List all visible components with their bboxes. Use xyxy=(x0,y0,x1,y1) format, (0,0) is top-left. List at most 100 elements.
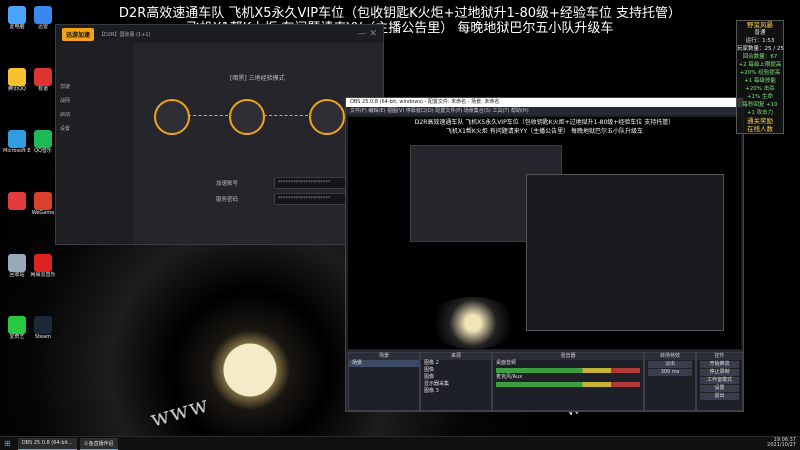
route-node-1[interactable] xyxy=(154,99,190,135)
mixer-title: 混音器 xyxy=(493,353,643,360)
desktop-icon[interactable]: 爱奇艺 xyxy=(3,316,31,340)
scenes-title: 场景 xyxy=(349,353,419,360)
panel-stat: 回合数量：67 xyxy=(742,54,778,60)
desktop-icon[interactable]: 迅雷 xyxy=(29,6,57,30)
desktop-icon-label: Steam xyxy=(34,334,52,340)
route-link xyxy=(188,115,228,116)
panel-stat: 玩家数量：25 / 25 xyxy=(737,46,784,52)
sidebar-item[interactable]: 战网 xyxy=(60,97,130,111)
desktop-icon[interactable]: QQ音乐 xyxy=(29,130,57,154)
desktop-icon-label: 此电脑 xyxy=(9,24,25,30)
obs-menubar[interactable]: 文件(F) 编辑(E) 视图(V) 停靠窗口(D) 配置文件(P) 场景集合(S… xyxy=(346,107,743,115)
desktop-icon[interactable]: 此电脑 xyxy=(3,6,31,30)
volume-meter[interactable] xyxy=(496,368,640,373)
desktop-icon[interactable]: 网易云音乐 xyxy=(29,254,57,278)
controls-title: 控件 xyxy=(697,353,742,360)
app-icon xyxy=(8,130,26,148)
app-icon xyxy=(34,130,52,148)
clock-date: 2021/10/27 xyxy=(767,442,796,448)
desktop-icon[interactable]: 有道 xyxy=(29,68,57,92)
control-button[interactable]: 工作室模式 xyxy=(700,377,739,384)
source-item[interactable]: 图像 3 xyxy=(421,388,491,395)
route-node-2[interactable] xyxy=(229,99,265,135)
source-item[interactable]: 图像 2 xyxy=(421,360,491,367)
desktop-icon[interactable]: WeGame xyxy=(29,192,57,216)
sidebar-item[interactable]: 启动 xyxy=(60,111,130,125)
panel-stat: +1% 生命 xyxy=(746,94,774,100)
desktop-icon-label: 腾讯QQ xyxy=(8,86,26,92)
panel-title: 野蛮风暴 xyxy=(747,21,773,29)
control-button[interactable]: 设置 xyxy=(700,385,739,392)
app-sidebar: 加速 战网 启动 设置 xyxy=(56,43,134,244)
sources-title: 来源 xyxy=(421,353,491,360)
route-link xyxy=(264,115,308,116)
app-icon xyxy=(8,68,26,86)
app-icon xyxy=(8,316,26,334)
taskbar-item-obs[interactable]: OBS 25.0.8 (64-bit... xyxy=(17,437,77,450)
obs-titlebar: OBS 25.0.8 (64-bit, windows) - 配置文件: 未命名… xyxy=(346,98,743,107)
preview-banner-2: 飞机X1帮K火炬 有问题请来YY（主播公告里） 每晚地狱巴尔五小队升级车 xyxy=(445,128,643,135)
app-icon xyxy=(8,192,26,210)
transitions-title: 转场特效 xyxy=(645,353,695,360)
desktop-icon-label: 爱奇艺 xyxy=(9,334,25,340)
obs-preview[interactable]: D2R高效速通车队 飞机X5永久VIP车位（包收钥匙K火炬+过地狱升1-80级+… xyxy=(348,117,741,349)
volume-meter[interactable] xyxy=(496,382,640,387)
mode-label: [暗黑] 三地经验模式 xyxy=(230,75,285,82)
panel-footer: 通关奖励 xyxy=(747,117,773,125)
desktop-icon[interactable]: 回收站 xyxy=(3,254,31,278)
obs-window: OBS 25.0.8 (64-bit, windows) - 配置文件: 未命名… xyxy=(345,97,744,412)
app-logo: 迅游加速 xyxy=(62,27,95,41)
desktop-icon[interactable] xyxy=(3,192,31,210)
password-label: 服务密码 xyxy=(216,197,239,203)
app-header: 【D2R】国际服 (1+1) xyxy=(99,31,151,38)
control-button[interactable]: 停止录制 xyxy=(700,369,739,376)
desktop-icon[interactable]: Microsoft Edge xyxy=(3,130,31,154)
mixer-dock: 混音器 桌面音频麦克风/Aux xyxy=(492,352,644,411)
route-node-3[interactable] xyxy=(309,99,345,135)
control-button[interactable]: 开始推流 xyxy=(700,361,739,368)
controls-dock: 控件 开始推流 停止录制 工作室模式 设置 退出 xyxy=(696,352,743,411)
desktop-icon[interactable]: 腾讯QQ xyxy=(3,68,31,92)
sources-dock: 来源 图像 2 图像 图像 显示器采集 图像 3 xyxy=(420,352,492,411)
preview-lens xyxy=(428,297,518,349)
taskbar-item-douyu[interactable]: 斗鱼直播伴侣 xyxy=(79,437,118,450)
window-controls-icon[interactable]: — ✕ xyxy=(358,29,377,39)
panel-mode: 普通 xyxy=(754,30,766,36)
mixer-channel-label: 桌面音频 xyxy=(496,360,517,366)
desktop-icon-label: WeGame xyxy=(31,210,55,216)
app-icon xyxy=(34,192,52,210)
source-item[interactable]: 显示器采集 xyxy=(421,381,491,388)
panel-stat: +1 攻击力 xyxy=(746,110,774,116)
sidebar-item[interactable]: 加速 xyxy=(60,83,130,97)
desktop-icon[interactable]: Steam xyxy=(29,316,57,340)
start-icon[interactable]: ⊞ xyxy=(0,439,15,448)
sidebar-item[interactable]: 设置 xyxy=(60,125,130,139)
panel-stat: 每秒回复 +10 xyxy=(742,102,778,108)
mixer-channel-label: 麦克风/Aux xyxy=(496,374,523,380)
app-icon xyxy=(34,254,52,272)
source-item[interactable]: 图像 xyxy=(421,374,491,381)
mixer-channel: 麦克风/Aux xyxy=(493,374,643,387)
app-icon xyxy=(34,316,52,334)
app-icon xyxy=(34,6,52,24)
preview-obs-capture xyxy=(526,174,724,331)
preview-banner: D2R高效速通车队 飞机X5永久VIP车位（包收钥匙K火炬+过地狱升1-80级+… xyxy=(414,119,675,126)
taskbar-clock[interactable]: 19:06:37 2021/10/27 xyxy=(767,438,796,448)
taskbar-item-label: OBS 25.0.8 (64-bit... xyxy=(21,440,73,446)
accelerator-window: 迅游加速 【D2R】国际服 (1+1) — ✕ 加速 战网 启动 设置 [暗黑] 三地… xyxy=(55,24,384,245)
panel-stat: +1 每级技能 xyxy=(744,78,776,84)
app-icon xyxy=(34,68,52,86)
source-item[interactable]: 图像 xyxy=(421,367,491,374)
control-button[interactable]: 退出 xyxy=(700,393,739,400)
transitions-dock: 转场特效 淡出 300 ms xyxy=(644,352,696,411)
app-icon xyxy=(8,254,26,272)
duration-field[interactable]: 300 ms xyxy=(648,369,692,376)
desktop-icon-label: 迅雷 xyxy=(37,24,48,30)
desktop-icon-label: QQ音乐 xyxy=(34,148,52,154)
scene-item[interactable]: 场景 xyxy=(349,360,419,367)
app-icon xyxy=(8,6,26,24)
mixer-channel: 桌面音频 xyxy=(493,360,643,373)
account-label: 加速账号 xyxy=(216,181,239,187)
transition-select[interactable]: 淡出 xyxy=(648,361,692,368)
desktop-icon-label: Microsoft Edge xyxy=(3,148,31,154)
